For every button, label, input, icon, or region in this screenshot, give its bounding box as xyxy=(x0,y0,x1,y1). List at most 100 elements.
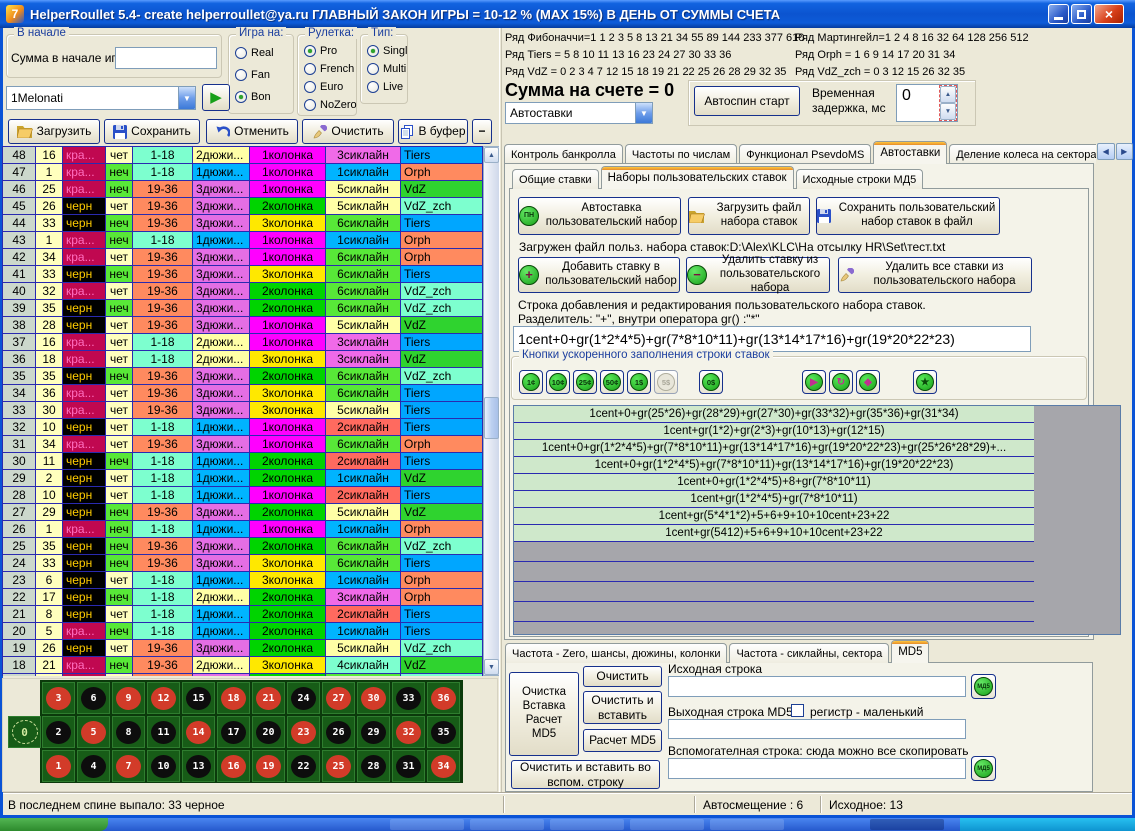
chip-1$-button[interactable]: 1$ xyxy=(627,370,651,394)
radio-Multi[interactable]: Multi xyxy=(367,63,406,75)
bet-row[interactable]: 1cent+gr(1*2*4*5)+gr(7*8*10*11) xyxy=(514,491,1034,508)
board-cell-31[interactable]: 31 xyxy=(392,750,425,782)
board-cell-7[interactable]: 7 xyxy=(112,750,145,782)
bet-empty-row[interactable] xyxy=(514,542,1034,562)
tab-Общие ставки[interactable]: Общие ставки xyxy=(512,169,599,189)
scroll-down-button[interactable]: ▼ xyxy=(484,659,499,675)
board-cell-5[interactable]: 5 xyxy=(77,716,110,748)
radio-Euro[interactable]: Euro xyxy=(304,81,343,93)
md5-clear-paste-button[interactable]: Очистить и вставить xyxy=(583,691,662,724)
board-cell-13[interactable]: 13 xyxy=(182,750,215,782)
board-cell-36[interactable]: 36 xyxy=(427,682,460,714)
taskbar[interactable] xyxy=(0,818,1135,831)
taskbar-button[interactable] xyxy=(390,819,464,830)
board-cell-18[interactable]: 18 xyxy=(217,682,250,714)
mode-combo[interactable]: Автоставки ▼ xyxy=(505,102,653,124)
board-cell-16[interactable]: 16 xyxy=(217,750,250,782)
board-cell-12[interactable]: 12 xyxy=(147,682,180,714)
board-cell-25[interactable]: 25 xyxy=(322,750,355,782)
chevron-down-icon[interactable]: ▼ xyxy=(635,103,652,123)
tab-Исходные строки МД5[interactable]: Исходные строки МД5 xyxy=(796,169,924,189)
board-cell-6[interactable]: 6 xyxy=(77,682,110,714)
save-button[interactable]: Сохранить xyxy=(104,119,200,144)
board-cell-0[interactable]: 0 xyxy=(8,716,41,748)
collapse-button[interactable]: − xyxy=(472,119,492,144)
undo-button[interactable]: Отменить xyxy=(206,119,298,144)
board-cell-1[interactable]: 1 xyxy=(42,750,75,782)
radio-Live[interactable]: Live xyxy=(367,81,403,93)
board-cell-32[interactable]: 32 xyxy=(392,716,425,748)
spin-history-grid[interactable]: 4816кра...чет1-182дюжи...1колонка3сиклай… xyxy=(2,146,483,676)
titlebar[interactable]: 7 HelperRoullet 5.4- create helperroulle… xyxy=(0,0,1135,28)
md5-big-button[interactable]: Очистка Вставка Расчет MD5 xyxy=(509,672,579,756)
board-cell-33[interactable]: 33 xyxy=(392,682,425,714)
board-cell-22[interactable]: 22 xyxy=(287,750,320,782)
board-cell-21[interactable]: 21 xyxy=(252,682,285,714)
taskbar-button[interactable] xyxy=(710,819,784,830)
chip-50¢-button[interactable]: 50¢ xyxy=(600,370,624,394)
tab-scroll-right-button[interactable]: ▶ xyxy=(1116,143,1134,160)
strategy-combo[interactable]: 1Melonati ▼ xyxy=(6,86,196,110)
radio-NoZero[interactable]: NoZero xyxy=(304,99,357,111)
taskbar-button[interactable] xyxy=(470,819,544,830)
tab-Частота - сиклайны, сектора[interactable]: Частота - сиклайны, сектора xyxy=(729,643,889,663)
chip-1¢-button[interactable]: 1¢ xyxy=(519,370,543,394)
md5-calc-aux-button[interactable]: МД5 xyxy=(971,756,996,781)
radio-Singl[interactable]: Singl xyxy=(367,45,407,57)
md5-source-input[interactable] xyxy=(668,676,966,697)
scrollbar-thumb[interactable] xyxy=(484,397,499,439)
board-cell-3[interactable]: 3 xyxy=(42,682,75,714)
taskbar-button[interactable] xyxy=(550,819,624,830)
load-bet-file-button[interactable]: Загрузить файл набора ставок xyxy=(688,197,810,235)
md5-clear-button[interactable]: Очистить xyxy=(583,666,662,687)
remove-bet-button[interactable]: − Удалить ставку из пользовательского на… xyxy=(686,257,830,293)
board-cell-14[interactable]: 14 xyxy=(182,716,215,748)
run-strategy-button[interactable]: ▶ xyxy=(202,84,230,111)
pane-splitter[interactable] xyxy=(499,28,502,793)
board-cell-26[interactable]: 26 xyxy=(322,716,355,748)
bet-row[interactable]: 1cent+gr(1*2)+gr(2*3)+gr(10*13)+gr(12*15… xyxy=(514,423,1034,440)
system-tray[interactable] xyxy=(960,818,1135,831)
bet-empty-row[interactable] xyxy=(514,602,1034,622)
tab-Наборы пользовательских ставок[interactable]: Наборы пользовательских ставок xyxy=(601,166,794,189)
bet-row[interactable]: 1cent+gr(5*4*1*2)+5+6+9+10+10cent+23+22 xyxy=(514,508,1034,525)
radio-French[interactable]: French xyxy=(304,63,354,75)
autobet-user-set-button[interactable]: ПН Автоставка пользовательский набор xyxy=(518,197,681,235)
radio-Real[interactable]: Real xyxy=(235,47,274,59)
chip-25¢-button[interactable]: 25¢ xyxy=(573,370,597,394)
chip-shuffle-button[interactable]: ◆ xyxy=(856,370,880,394)
clear-button[interactable]: Очистить xyxy=(302,119,394,144)
board-cell-35[interactable]: 35 xyxy=(427,716,460,748)
board-cell-4[interactable]: 4 xyxy=(77,750,110,782)
board-cell-2[interactable]: 2 xyxy=(42,716,75,748)
tab-MD5[interactable]: MD5 xyxy=(891,640,929,663)
remove-all-bets-button[interactable]: Удалить все ставки из пользовательского … xyxy=(838,257,1032,293)
maximize-button[interactable] xyxy=(1071,4,1092,24)
taskbar-button-active[interactable] xyxy=(870,819,944,830)
board-cell-24[interactable]: 24 xyxy=(287,682,320,714)
start-button[interactable] xyxy=(0,818,108,831)
chip-10¢-button[interactable]: 10¢ xyxy=(546,370,570,394)
tab-scroll-left-button[interactable]: ◀ xyxy=(1097,143,1115,160)
save-bet-file-button[interactable]: Сохранить пользовательский набор ставок … xyxy=(816,197,1000,235)
board-cell-9[interactable]: 9 xyxy=(112,682,145,714)
md5-calc-button[interactable]: Расчет MD5 xyxy=(583,729,662,752)
bet-empty-row[interactable] xyxy=(514,582,1034,602)
scroll-up-button[interactable]: ▲ xyxy=(484,147,499,163)
bet-row[interactable]: 1cent+0+gr(1*2*4*5)+8+gr(7*8*10*11) xyxy=(514,474,1034,491)
bet-row[interactable]: 1cent+gr(5412)+5+6+9+10+10cent+23+22 xyxy=(514,525,1034,542)
board-cell-30[interactable]: 30 xyxy=(357,682,390,714)
chip-refresh-button[interactable]: ↻ xyxy=(829,370,853,394)
bet-row[interactable]: 1cent+0+gr(1*2*4*5)+gr(7*8*10*11)+gr(13*… xyxy=(514,440,1034,457)
bet-empty-row[interactable] xyxy=(514,622,1034,635)
md5-aux-input[interactable] xyxy=(668,758,966,779)
board-cell-28[interactable]: 28 xyxy=(357,750,390,782)
board-cell-8[interactable]: 8 xyxy=(112,716,145,748)
board-cell-15[interactable]: 15 xyxy=(182,682,215,714)
autospin-start-button[interactable]: Автоспин старт xyxy=(694,86,800,116)
md5-clear-paste-aux-button[interactable]: Очистить и вставить во вспом. строку xyxy=(511,760,660,789)
chevron-down-icon[interactable]: ▼ xyxy=(178,87,195,109)
tab-Частота - Zero, шансы, дюжины, колонки[interactable]: Частота - Zero, шансы, дюжины, колонки xyxy=(505,643,727,663)
spin-down-button[interactable]: ▼ xyxy=(940,103,956,120)
load-button[interactable]: Загрузить xyxy=(8,119,100,144)
